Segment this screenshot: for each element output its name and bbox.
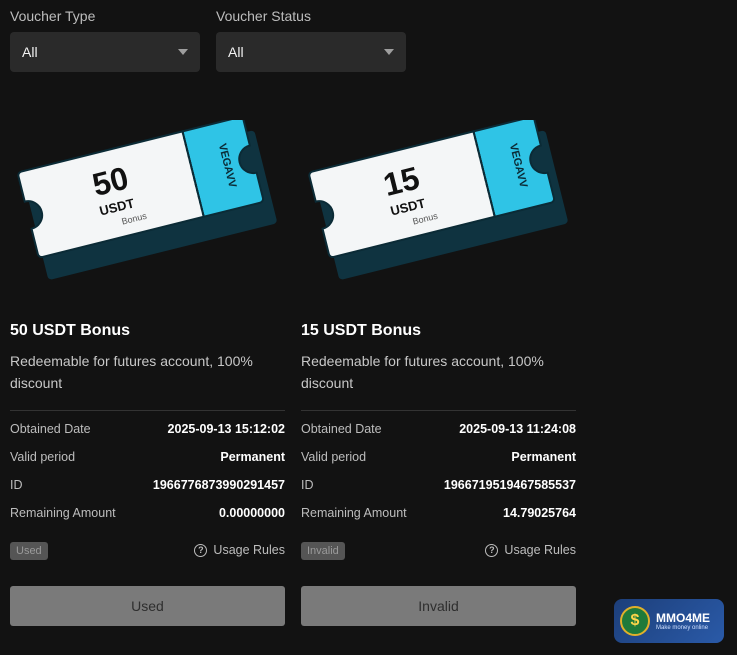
obtained-date-label: Obtained Date (301, 422, 382, 436)
voucher-title: 15 USDT Bonus (301, 322, 422, 339)
invalid-button[interactable]: Invalid (301, 586, 576, 626)
voucher-status-value: All (228, 44, 244, 60)
watermark-logo: $ MMO4ME Make money online (614, 599, 724, 643)
id-value: 1966776873990291457 (152, 478, 285, 492)
voucher-title: 50 USDT Bonus (10, 322, 131, 339)
ticket-image: 50 USDT Bonus VEGAVV (10, 116, 285, 280)
ticket-image: 15 USDT Bonus VEGAVV (301, 116, 576, 280)
remaining-amount-row: Remaining Amount 14.79025764 (301, 506, 576, 520)
chevron-down-icon (384, 49, 394, 55)
remaining-amount-label: Remaining Amount (10, 506, 116, 520)
divider (10, 410, 285, 411)
obtained-date-value: 2025-09-13 15:12:02 (167, 422, 285, 436)
status-badge: Invalid (301, 542, 345, 560)
watermark-tagline: Make money online (656, 625, 709, 631)
remaining-amount-value: 14.79025764 (503, 506, 576, 520)
valid-period-label: Valid period (10, 450, 76, 464)
remaining-amount-row: Remaining Amount 0.00000000 (10, 506, 285, 520)
question-circle-icon: ? (194, 543, 208, 557)
usage-rules-link[interactable]: ? Usage Rules (485, 543, 576, 557)
divider (301, 410, 576, 411)
usage-rules-label: Usage Rules (213, 543, 285, 557)
id-value: 1966719519467585537 (443, 478, 576, 492)
valid-period-label: Valid period (301, 450, 367, 464)
voucher-type-select[interactable]: All (10, 32, 200, 72)
dollar-coin-icon: $ (620, 606, 650, 636)
usage-rules-label: Usage Rules (504, 543, 576, 557)
obtained-date-row: Obtained Date 2025-09-13 15:12:02 (10, 422, 285, 436)
watermark-name: MMO4ME (656, 611, 710, 625)
remaining-amount-value: 0.00000000 (218, 506, 285, 520)
obtained-date-value: 2025-09-13 11:24:08 (459, 422, 576, 436)
voucher-description: Redeemable for futures account, 100% dis… (301, 353, 544, 391)
usage-rules-link[interactable]: ? Usage Rules (194, 543, 285, 557)
valid-period-value: Permanent (511, 450, 576, 464)
status-badge: Used (10, 542, 48, 560)
obtained-date-row: Obtained Date 2025-09-13 11:24:08 (301, 422, 576, 436)
used-button[interactable]: Used (10, 586, 285, 626)
id-row: ID 1966719519467585537 (301, 478, 576, 492)
obtained-date-label: Obtained Date (10, 422, 91, 436)
voucher-status-select[interactable]: All (216, 32, 406, 72)
question-circle-icon: ? (485, 543, 499, 557)
voucher-type-label: Voucher Type (10, 8, 96, 24)
voucher-type-value: All (22, 44, 38, 60)
voucher-description: Redeemable for futures account, 100% dis… (10, 353, 253, 391)
valid-period-row: Valid period Permanent (301, 450, 576, 464)
id-label: ID (301, 478, 314, 492)
remaining-amount-label: Remaining Amount (301, 506, 407, 520)
chevron-down-icon (178, 49, 188, 55)
valid-period-value: Permanent (220, 450, 285, 464)
voucher-status-label: Voucher Status (216, 8, 311, 24)
id-row: ID 1966776873990291457 (10, 478, 285, 492)
valid-period-row: Valid period Permanent (10, 450, 285, 464)
id-label: ID (10, 478, 23, 492)
